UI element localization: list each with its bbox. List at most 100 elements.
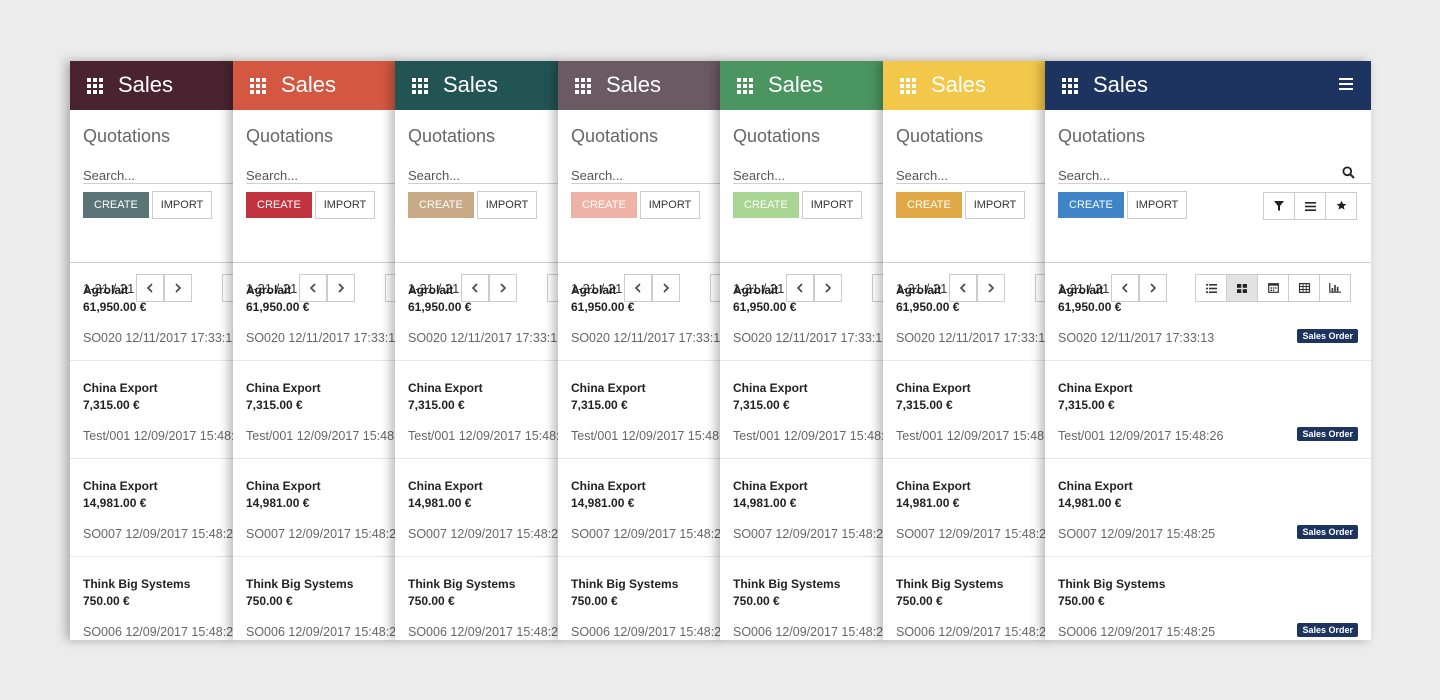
record-name: China Export [896, 479, 971, 493]
kanban-record[interactable]: China Export 7,315.00 € Test/001 12/09/201… [720, 361, 885, 459]
kanban-record[interactable]: China Export 14,981.00 € SO007 12/09/2017 … [558, 459, 723, 557]
kanban-record[interactable]: China Export 14,981.00 € SO007 12/09/2017 … [233, 459, 398, 557]
create-button[interactable]: CREATE [896, 192, 962, 218]
kanban-record[interactable]: Agrolait 61,950.00 € SO020 12/11/2017 17:3… [233, 263, 398, 361]
record-name: Think Big Systems [896, 577, 1004, 591]
status-badge: Sales Order [1297, 329, 1358, 343]
import-button[interactable]: IMPORT [802, 191, 862, 219]
kanban-record[interactable]: China Export 14,981.00 € SO007 12/09/2017 … [395, 459, 560, 557]
create-button[interactable]: CREATE [733, 192, 799, 218]
record-amount: 7,315.00 € [571, 398, 628, 412]
record-name: Think Big Systems [1058, 577, 1166, 591]
record-reference: SO020 12/11/2017 17:33:13 [83, 331, 235, 345]
kanban-record[interactable]: Think Big Systems 750.00 € SO006 12/09/201… [720, 557, 885, 640]
group-by-icon [1304, 199, 1316, 214]
apps-icon[interactable] [87, 78, 103, 94]
kanban-record[interactable]: China Export 7,315.00 € Test/001 12/09/201… [883, 361, 1048, 459]
record-name: Think Big Systems [733, 577, 841, 591]
app-panel: SalesQuotationsCREATEIMPORT1-21 / 21Agro… [1045, 61, 1371, 640]
kanban-record[interactable]: China Export 7,315.00 € Test/001 12/09/201… [558, 361, 723, 459]
apps-icon[interactable] [1062, 78, 1078, 94]
import-button[interactable]: IMPORT [965, 191, 1025, 219]
record-reference: Test/001 12/09/2017 15:48:26 [1058, 429, 1224, 443]
kanban-record[interactable]: Agrolait 61,950.00 € SO020 12/11/2017 17:3… [1045, 263, 1371, 361]
import-button[interactable]: IMPORT [315, 191, 375, 219]
menu-icon[interactable] [1339, 78, 1353, 90]
import-button[interactable]: IMPORT [152, 191, 212, 219]
kanban-record[interactable]: Agrolait 61,950.00 € SO020 12/11/2017 17:3… [883, 263, 1048, 361]
record-name: Think Big Systems [571, 577, 679, 591]
create-button[interactable]: CREATE [571, 192, 637, 218]
record-name: Think Big Systems [408, 577, 516, 591]
kanban-record[interactable]: China Export 7,315.00 € Test/001 12/09/201… [233, 361, 398, 459]
create-button[interactable]: CREATE [83, 192, 149, 218]
status-badge: Sales Order [1297, 427, 1358, 441]
kanban-record[interactable]: Think Big Systems 750.00 € SO006 12/09/201… [233, 557, 398, 640]
record-name: Agrolait [896, 283, 942, 297]
search-input[interactable] [1058, 166, 1258, 184]
kanban-record[interactable]: China Export 7,315.00 € Test/001 12/09/201… [70, 361, 235, 459]
kanban-record[interactable]: China Export 14,981.00 € SO007 12/09/2017 … [1045, 459, 1371, 557]
record-amount: 7,315.00 € [896, 398, 953, 412]
app-panel: SalesQuotationsCREATEIMPORT1-21 / 21Agro… [233, 61, 398, 640]
kanban-record[interactable]: Agrolait 61,950.00 € SO020 12/11/2017 17:3… [558, 263, 723, 361]
apps-icon[interactable] [575, 78, 591, 94]
kanban-record[interactable]: Agrolait 61,950.00 € SO020 12/11/2017 17:3… [70, 263, 235, 361]
record-name: Agrolait [83, 283, 129, 297]
record-amount: 7,315.00 € [83, 398, 140, 412]
kanban-record[interactable]: China Export 14,981.00 € SO007 12/09/2017 … [883, 459, 1048, 557]
search-input[interactable] [408, 166, 560, 184]
kanban-record[interactable]: Agrolait 61,950.00 € SO020 12/11/2017 17:3… [395, 263, 560, 361]
record-amount: 61,950.00 € [1058, 300, 1122, 314]
search-input[interactable] [733, 166, 885, 184]
navbar: Sales [720, 61, 885, 110]
apps-icon[interactable] [412, 78, 428, 94]
apps-icon[interactable] [250, 78, 266, 94]
kanban-record[interactable]: Think Big Systems 750.00 € SO006 12/09/201… [395, 557, 560, 640]
breadcrumb: Quotations [83, 126, 171, 146]
record-reference: Test/001 12/09/2017 15:48:26 [896, 429, 1048, 443]
kanban-record[interactable]: Think Big Systems 750.00 € SO006 12/09/201… [1045, 557, 1371, 640]
search-underline [896, 183, 1048, 184]
import-button[interactable]: IMPORT [1127, 191, 1187, 219]
status-badge: Sales Order [1297, 623, 1358, 637]
record-name: Agrolait [733, 283, 779, 297]
search-input[interactable] [83, 166, 235, 184]
create-button[interactable]: CREATE [246, 192, 312, 218]
kanban-record[interactable]: Think Big Systems 750.00 € SO006 12/09/201… [558, 557, 723, 640]
kanban-record[interactable]: China Export 14,981.00 € SO007 12/09/2017 … [720, 459, 885, 557]
group-by-button[interactable] [1294, 192, 1326, 220]
import-button[interactable]: IMPORT [477, 191, 537, 219]
navbar: Sales [883, 61, 1048, 110]
search-input[interactable] [571, 166, 723, 184]
kanban-record[interactable]: Think Big Systems 750.00 € SO006 12/09/201… [883, 557, 1048, 640]
app-title: Sales [118, 72, 174, 97]
kanban-record[interactable]: Think Big Systems 750.00 € SO006 12/09/201… [70, 557, 235, 640]
breadcrumb: Quotations [896, 126, 984, 146]
apps-icon[interactable] [737, 78, 753, 94]
filter-button[interactable] [1263, 192, 1295, 220]
kanban-record[interactable]: Agrolait 61,950.00 € SO020 12/11/2017 17:3… [720, 263, 885, 361]
search-input[interactable] [896, 166, 1048, 184]
navbar: Sales [233, 61, 398, 110]
record-amount: 61,950.00 € [896, 300, 960, 314]
favorites-button[interactable] [1325, 192, 1357, 220]
record-reference: SO006 12/09/2017 15:48:25 [1058, 625, 1216, 639]
record-reference: SO020 12/11/2017 17:33:13 [1058, 331, 1215, 345]
record-name: China Export [246, 479, 321, 493]
kanban-record[interactable]: China Export 14,981.00 € SO007 12/09/2017 … [70, 459, 235, 557]
kanban-record[interactable]: China Export 7,315.00 € Test/001 12/09/201… [1045, 361, 1371, 459]
import-button[interactable]: IMPORT [640, 191, 700, 219]
create-button[interactable]: CREATE [1058, 192, 1124, 218]
search-icon[interactable] [1342, 166, 1355, 179]
control-panel: QuotationsCREATEIMPORT1-21 / 21 [1045, 110, 1371, 302]
kanban-record[interactable]: China Export 7,315.00 € Test/001 12/09/201… [395, 361, 560, 459]
record-name: Agrolait [1058, 283, 1104, 297]
apps-icon[interactable] [900, 78, 916, 94]
record-reference: SO006 12/09/2017 15:48:25 [733, 625, 885, 639]
record-reference: SO007 12/09/2017 15:48:25 [246, 527, 398, 541]
record-reference: SO007 12/09/2017 15:48:25 [408, 527, 560, 541]
search-input[interactable] [246, 166, 398, 184]
create-button[interactable]: CREATE [408, 192, 474, 218]
record-amount: 61,950.00 € [83, 300, 147, 314]
